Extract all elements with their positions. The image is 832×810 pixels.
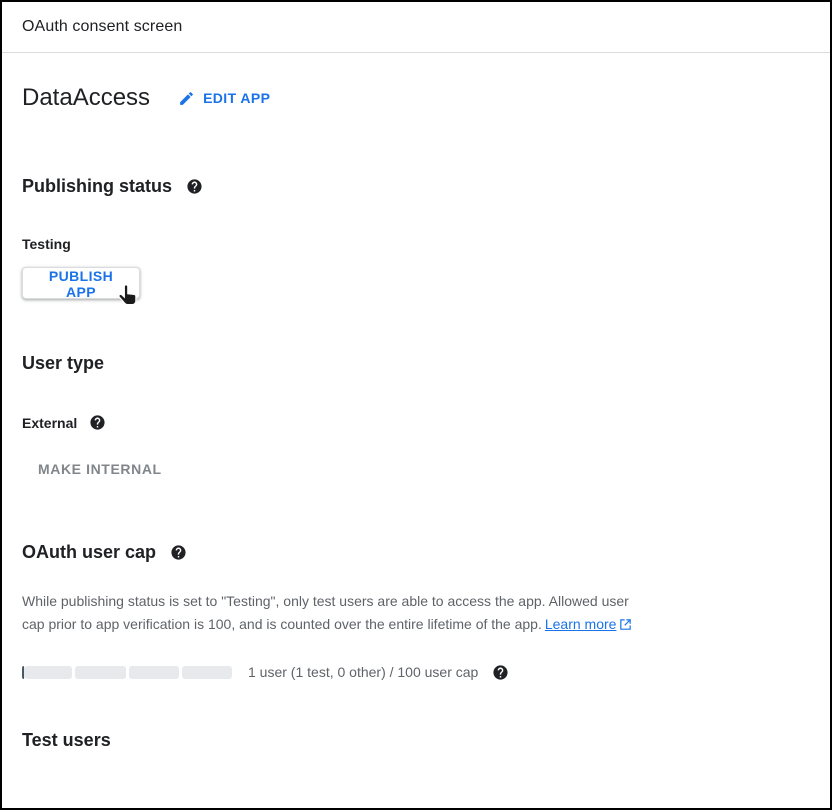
learn-more-link[interactable]: Learn more xyxy=(545,616,617,632)
progress-segment xyxy=(22,666,72,679)
make-internal-button[interactable]: MAKE INTERNAL xyxy=(38,461,162,477)
publishing-status-heading-text: Publishing status xyxy=(22,176,172,197)
user-cap-progress-bar xyxy=(22,666,232,679)
user-type-value-text: External xyxy=(22,415,77,431)
user-type-heading: User type xyxy=(22,353,810,374)
page-header: OAuth consent screen xyxy=(2,2,830,53)
publishing-status-value: Testing xyxy=(22,236,810,252)
progress-segment xyxy=(75,666,125,679)
user-cap-description-text: While publishing status is set to "Testi… xyxy=(22,593,629,632)
test-users-heading: Test users xyxy=(22,730,810,751)
help-icon[interactable] xyxy=(89,414,106,431)
app-name: DataAccess xyxy=(22,84,150,112)
oauth-user-cap-heading-text: OAuth user cap xyxy=(22,542,156,563)
progress-segment xyxy=(129,666,179,679)
publish-app-button[interactable]: PUBLISH APP xyxy=(22,267,140,299)
page-title: OAuth consent screen xyxy=(22,18,182,36)
progress-segment xyxy=(182,666,232,679)
edit-app-button[interactable]: EDIT APP xyxy=(178,90,270,107)
user-cap-usage-row: 1 user (1 test, 0 other) / 100 user cap xyxy=(22,664,810,681)
app-title-row: DataAccess EDIT APP xyxy=(22,84,810,112)
user-cap-usage-text: 1 user (1 test, 0 other) / 100 user cap xyxy=(248,664,478,680)
user-type-value: External xyxy=(22,414,810,431)
publishing-status-heading: Publishing status xyxy=(22,176,810,197)
user-cap-progress-fill xyxy=(22,666,24,679)
external-link-icon xyxy=(619,618,632,631)
edit-app-label: EDIT APP xyxy=(203,90,270,106)
pencil-icon xyxy=(178,90,195,107)
publish-app-button-wrap: PUBLISH APP xyxy=(22,267,140,302)
help-icon[interactable] xyxy=(170,544,187,561)
main-content: DataAccess EDIT APP Publishing status Te… xyxy=(2,84,830,751)
help-icon[interactable] xyxy=(186,178,203,195)
user-cap-description: While publishing status is set to "Testi… xyxy=(22,590,640,637)
oauth-user-cap-heading: OAuth user cap xyxy=(22,542,810,563)
help-icon[interactable] xyxy=(492,664,509,681)
